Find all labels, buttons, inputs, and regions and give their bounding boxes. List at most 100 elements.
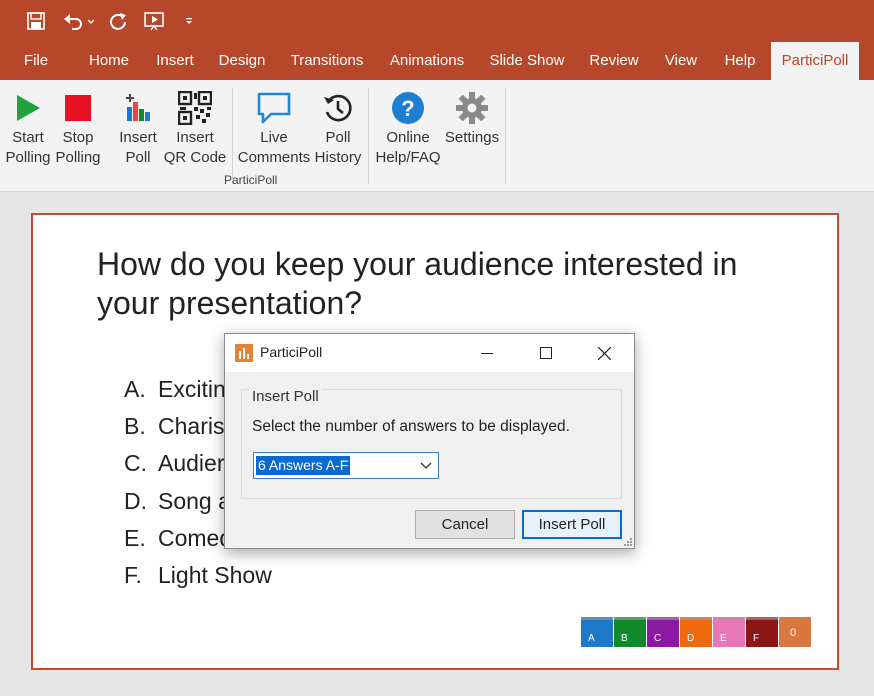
result-bar-c: C (647, 617, 679, 647)
tab-review[interactable]: Review (583, 42, 645, 80)
result-bar-label: D (687, 633, 695, 644)
live-comments-label-1: Live (260, 129, 288, 146)
start-polling-label-2: Polling (5, 149, 51, 166)
answer-letter: A. (124, 376, 146, 402)
dialog-title-bar[interactable]: ParticiPoll (225, 334, 634, 372)
insert-qr-code-button[interactable]: Insert QR Code (162, 88, 228, 168)
tab-slide-show[interactable]: Slide Show (482, 42, 572, 80)
tab-design[interactable]: Design (211, 42, 273, 80)
response-count: 0 (790, 627, 797, 639)
result-bar-b: B (614, 617, 646, 647)
help-icon: ? (392, 92, 424, 124)
online-help-button[interactable]: ? Online Help/FAQ (372, 88, 444, 168)
answer-text: Song a (158, 487, 231, 514)
insert-poll-confirm-button[interactable]: Insert Poll (522, 510, 622, 539)
tab-help[interactable]: Help (716, 42, 764, 80)
answer-count-select[interactable]: 6 Answers A-F (253, 452, 439, 479)
insert-poll-group (241, 389, 622, 499)
answer-letter: C. (124, 450, 147, 477)
result-bar-label: C (654, 633, 662, 644)
start-from-beginning-icon[interactable] (142, 9, 168, 33)
comment-icon (257, 92, 291, 124)
ribbon-tabs: File Home Insert Design Transitions Anim… (0, 42, 874, 80)
tab-view[interactable]: View (656, 42, 706, 80)
answer-text: Audier (158, 450, 225, 477)
answer-text: Charis (158, 413, 225, 440)
insert-qr-label-2: QR Code (163, 149, 227, 166)
result-bar-a: A (581, 617, 613, 647)
stop-polling-label-1: Stop (62, 129, 94, 146)
participoll-app-icon (235, 344, 253, 362)
resize-grip-icon[interactable] (624, 538, 632, 546)
insert-poll-label-1: Insert (119, 129, 157, 146)
answer-letter: B. (124, 413, 146, 440)
close-button[interactable] (581, 334, 627, 372)
start-polling-button[interactable]: Start Polling (4, 88, 52, 168)
answer-text: Light Show (158, 561, 272, 588)
insert-poll-dialog: ParticiPoll Insert Poll Select the numbe… (224, 333, 635, 549)
tab-home[interactable]: Home (79, 42, 139, 80)
tab-participoll[interactable]: ParticiPoll (771, 42, 859, 80)
play-icon (17, 95, 40, 121)
online-help-label-2: Help/FAQ (375, 149, 441, 166)
settings-button[interactable]: Settings (442, 88, 502, 148)
stop-polling-label-2: Polling (55, 149, 101, 166)
dialog-prompt: Select the number of answers to be displ… (252, 418, 570, 435)
minimize-button[interactable] (464, 334, 510, 372)
poll-history-label-2: History (314, 149, 362, 166)
svg-text:?: ? (401, 96, 414, 121)
quick-access-toolbar (0, 0, 874, 42)
dialog-title: ParticiPoll (260, 344, 323, 360)
insert-poll-icon (126, 94, 150, 121)
undo-icon[interactable] (60, 9, 96, 33)
maximize-icon (540, 347, 552, 359)
redo-icon[interactable] (106, 9, 130, 33)
save-icon[interactable] (24, 9, 48, 33)
answer-text: Excitin (158, 376, 226, 402)
tab-transitions[interactable]: Transitions (283, 42, 371, 80)
customize-qat-icon[interactable] (182, 9, 196, 33)
result-bar-e: E (713, 617, 745, 647)
insert-qr-label-1: Insert (176, 129, 214, 146)
chevron-down-icon (420, 462, 432, 469)
history-icon (324, 94, 352, 122)
response-count-badge: 0 (779, 617, 811, 647)
live-comments-label-2: Comments (237, 149, 311, 166)
ribbon-group-label: ParticiPoll (224, 173, 278, 187)
result-bar-label: B (621, 633, 628, 644)
online-help-label-1: Online (386, 129, 430, 146)
qr-code-icon (178, 91, 212, 125)
selected-option: 6 Answers A-F (256, 456, 351, 475)
settings-label: Settings (444, 129, 500, 146)
result-bar-label: F (753, 633, 760, 644)
stop-polling-button[interactable]: Stop Polling (54, 88, 102, 168)
poll-history-label-1: Poll (325, 129, 351, 146)
ribbon-separator (368, 88, 369, 184)
stop-icon (65, 95, 91, 121)
answer-text: Comed (158, 524, 233, 551)
start-polling-label-1: Start (12, 129, 44, 146)
poll-results-bars[interactable]: A B C D E F 0 (581, 617, 812, 647)
maximize-button[interactable] (523, 334, 569, 372)
ribbon-separator (232, 88, 233, 184)
answer-letter: D. (124, 487, 147, 514)
result-bar-label: A (588, 633, 595, 644)
tab-animations[interactable]: Animations (380, 42, 474, 80)
cancel-button[interactable]: Cancel (415, 510, 515, 539)
tab-file[interactable]: File (14, 42, 58, 80)
question-title[interactable]: How do you keep your audience interested… (97, 245, 797, 323)
tab-insert[interactable]: Insert (148, 42, 202, 80)
answer-letter: E. (124, 524, 146, 551)
ribbon: Start Polling Stop Polling Insert Poll I… (0, 80, 874, 192)
ribbon-separator (505, 88, 506, 184)
group-title: Insert Poll (249, 388, 322, 405)
result-bar-d: D (680, 617, 712, 647)
insert-poll-button[interactable]: Insert Poll (114, 88, 162, 168)
close-icon (597, 346, 611, 360)
answer-letter: F. (124, 561, 142, 588)
result-bar-f: F (746, 617, 778, 647)
insert-poll-label-2: Poll (125, 149, 151, 166)
poll-history-button[interactable]: Poll History (312, 88, 364, 168)
live-comments-button[interactable]: Live Comments (236, 88, 312, 168)
gear-icon (456, 92, 488, 124)
